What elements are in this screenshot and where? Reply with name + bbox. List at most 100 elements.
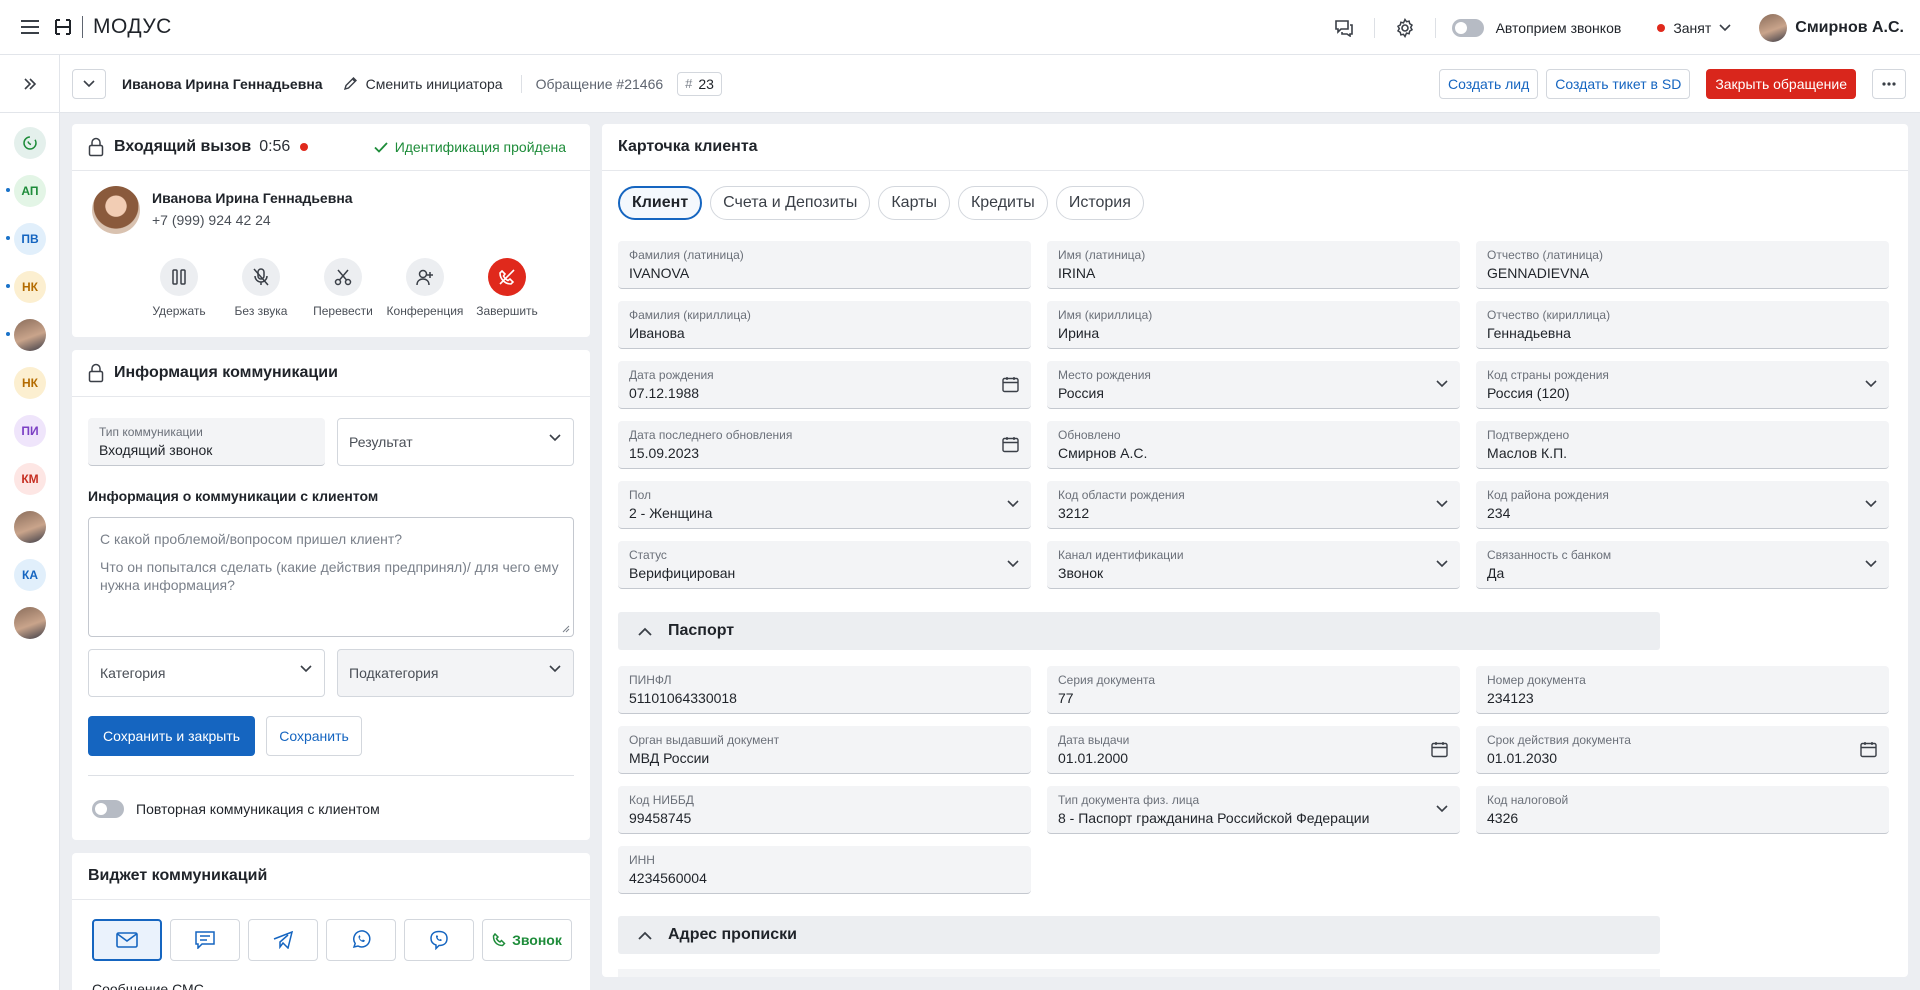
client-field[interactable]: Код НИББД 99458745 [618,786,1031,834]
client-field[interactable]: Имя (латиница) IRINA [1047,241,1460,289]
user-name: Смирнов А.С. [1795,18,1904,36]
sidebar-item-contact[interactable]: КА [0,553,60,597]
calendar-icon[interactable] [1002,436,1019,453]
end-call-button[interactable]: Завершить [466,258,548,318]
chevron-down-icon [1865,560,1877,568]
expand-sidebar-icon[interactable] [0,55,59,113]
client-field[interactable]: Код района рождения 234 [1476,481,1889,529]
client-field[interactable]: Канал идентификации Звонок [1047,541,1460,589]
calendar-icon[interactable] [1860,741,1877,758]
status-dropdown[interactable]: Занят [1657,20,1731,36]
create-lead-button[interactable]: Создать лид [1439,69,1539,99]
save-and-close-button[interactable]: Сохранить и закрыть [88,716,255,756]
transfer-button[interactable]: Перевести [302,258,384,318]
repeat-toggle[interactable] [92,800,124,818]
collapse-button[interactable] [72,68,106,99]
sidebar-item-current-call[interactable] [0,121,60,165]
sidebar-item-contact[interactable] [0,505,60,549]
client-field[interactable]: Серия документа 77 [1047,666,1460,714]
transfer-icon [324,258,362,296]
field-label: Место рождения [1058,368,1151,382]
save-button[interactable]: Сохранить [266,716,362,756]
sidebar-item-contact[interactable]: НК [0,265,60,309]
client-field[interactable]: Код страны рождения Россия (120) [1476,361,1889,409]
add-person-icon [406,258,444,296]
client-field[interactable]: Обновлено Смирнов А.С. [1047,421,1460,469]
client-field[interactable]: Дата выдачи 01.01.2000 [1047,726,1460,774]
mute-button[interactable]: Без звука [220,258,302,318]
comm-type-field[interactable]: Тип коммуникации Входящий звонок [88,418,325,466]
viber-icon[interactable] [404,919,474,961]
result-select[interactable]: Результат [337,418,574,466]
client-field[interactable]: Дата рождения 07.12.1988 [618,361,1031,409]
field-value: 234 [1487,505,1511,521]
calendar-icon[interactable] [1002,376,1019,393]
tab-cards[interactable]: Карты [878,186,950,220]
client-field[interactable]: Срок действия документа 01.01.2030 [1476,726,1889,774]
tab-accounts-deposits[interactable]: Счета и Депозиты [710,186,871,220]
telegram-icon[interactable] [248,919,318,961]
conference-button[interactable]: Конференция [384,258,466,318]
avatar-initials: ПВ [14,223,46,255]
tab-history[interactable]: История [1055,186,1144,220]
client-field[interactable]: Связанность с банком Да [1476,541,1889,589]
sidebar-item-contact[interactable] [0,601,60,645]
client-field[interactable]: Фамилия (кириллица) Иванова [618,301,1031,349]
passport-section-header[interactable]: Паспорт [618,612,1660,650]
tab-client[interactable]: Клиент [618,186,703,220]
field-value: IVANOVA [629,265,690,281]
address-section-header[interactable]: Адрес прописки [618,916,1660,954]
client-field[interactable]: Код области рождения 3212 [1047,481,1460,529]
email-icon[interactable] [92,919,162,961]
sidebar-item-contact[interactable]: ПИ [0,409,60,453]
menu-icon[interactable] [0,0,60,55]
client-field[interactable]: ПИНФЛ 51101064330018 [618,666,1031,714]
logo[interactable]: МОДУС [54,15,172,39]
sidebar-item-contact[interactable]: АП [0,169,60,213]
sidebar-item-contact[interactable] [0,313,60,357]
field-label: Имя (кириллица) [1058,308,1153,322]
sidebar-item-contact[interactable]: НК [0,361,60,405]
field-value: GENNADIEVNA [1487,265,1589,281]
client-field[interactable]: Номер документа 234123 [1476,666,1889,714]
call-timer: 0:56 [259,138,291,155]
field-label: Код района рождения [1487,488,1609,502]
close-ticket-button[interactable]: Закрыть обращение [1706,69,1856,99]
client-field[interactable]: Тип документа физ. лица 8 - Паспорт гражд… [1047,786,1460,834]
field-value: Звонок [1058,565,1104,581]
sidebar-item-contact[interactable]: ПВ [0,217,60,261]
sms-icon[interactable] [170,919,240,961]
change-initiator-button[interactable]: Сменить инициатора [343,76,503,92]
gear-icon[interactable] [1383,0,1427,55]
resize-grip-icon[interactable] [562,625,570,633]
whatsapp-icon[interactable] [326,919,396,961]
client-field[interactable]: Фамилия (латиница) IVANOVA [618,241,1031,289]
user-menu[interactable]: Смирнов А.С. [1759,13,1904,42]
calendar-icon[interactable] [1431,741,1448,758]
call-button[interactable]: Звонок [482,919,572,961]
client-field[interactable]: Место рождения Россия [1047,361,1460,409]
client-field[interactable]: Имя (кириллица) Ирина [1047,301,1460,349]
comm-info-textarea[interactable]: С какой проблемой/вопросом пришел клиент… [88,517,574,637]
subcategory-select[interactable]: Подкатегория [337,649,574,697]
autoreceive-toggle[interactable] [1451,18,1484,37]
chat-icon[interactable] [1322,0,1366,55]
client-field[interactable]: Дата последнего обновления 15.09.2023 [618,421,1031,469]
hold-button[interactable]: Удержать [138,258,220,318]
tab-credits[interactable]: Кредиты [957,186,1048,220]
sidebar-item-contact[interactable]: КМ [0,457,60,501]
ticket-number: Обращение #21466 [535,75,664,92]
client-field[interactable]: Отчество (латиница) GENNADIEVNA [1476,241,1889,289]
client-field[interactable]: Код налоговой 4326 [1476,786,1889,834]
textarea-placeholder-1: С какой проблемой/вопросом пришел клиент… [100,531,403,547]
client-field[interactable]: Орган выдавший документ МВД России [618,726,1031,774]
client-field[interactable]: Статус Верифицирован [618,541,1031,589]
create-sd-ticket-button[interactable]: Создать тикет в SD [1546,69,1691,99]
client-field[interactable]: Отчество (кириллица) Геннадьевна [1476,301,1889,349]
client-field[interactable]: ИНН 4234560004 [618,846,1031,894]
field-label: ИНН [629,853,655,867]
client-field[interactable]: Подтверждено Маслов К.П. [1476,421,1889,469]
category-select[interactable]: Категория [88,649,325,697]
more-options-icon[interactable] [1872,69,1906,99]
client-field[interactable]: Пол 2 - Женщина [618,481,1031,529]
